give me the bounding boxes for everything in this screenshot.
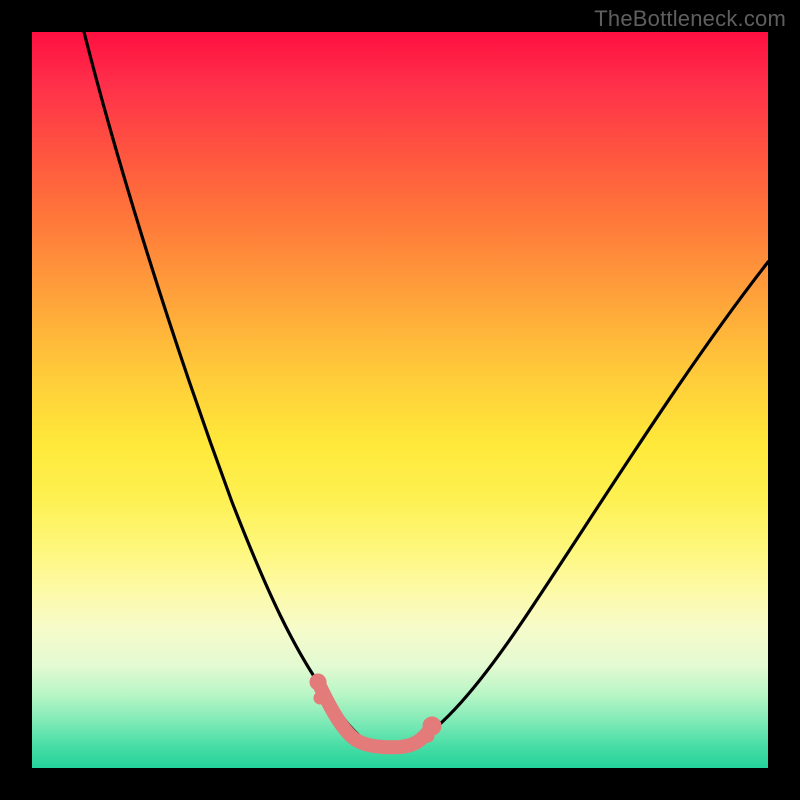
bottleneck-curve: [84, 32, 768, 744]
watermark-text: TheBottleneck.com: [594, 6, 786, 32]
chart-frame: TheBottleneck.com: [0, 0, 800, 800]
chart-plot-area: [32, 32, 768, 768]
chart-svg: [32, 32, 768, 768]
highlight-segment: [310, 674, 441, 747]
